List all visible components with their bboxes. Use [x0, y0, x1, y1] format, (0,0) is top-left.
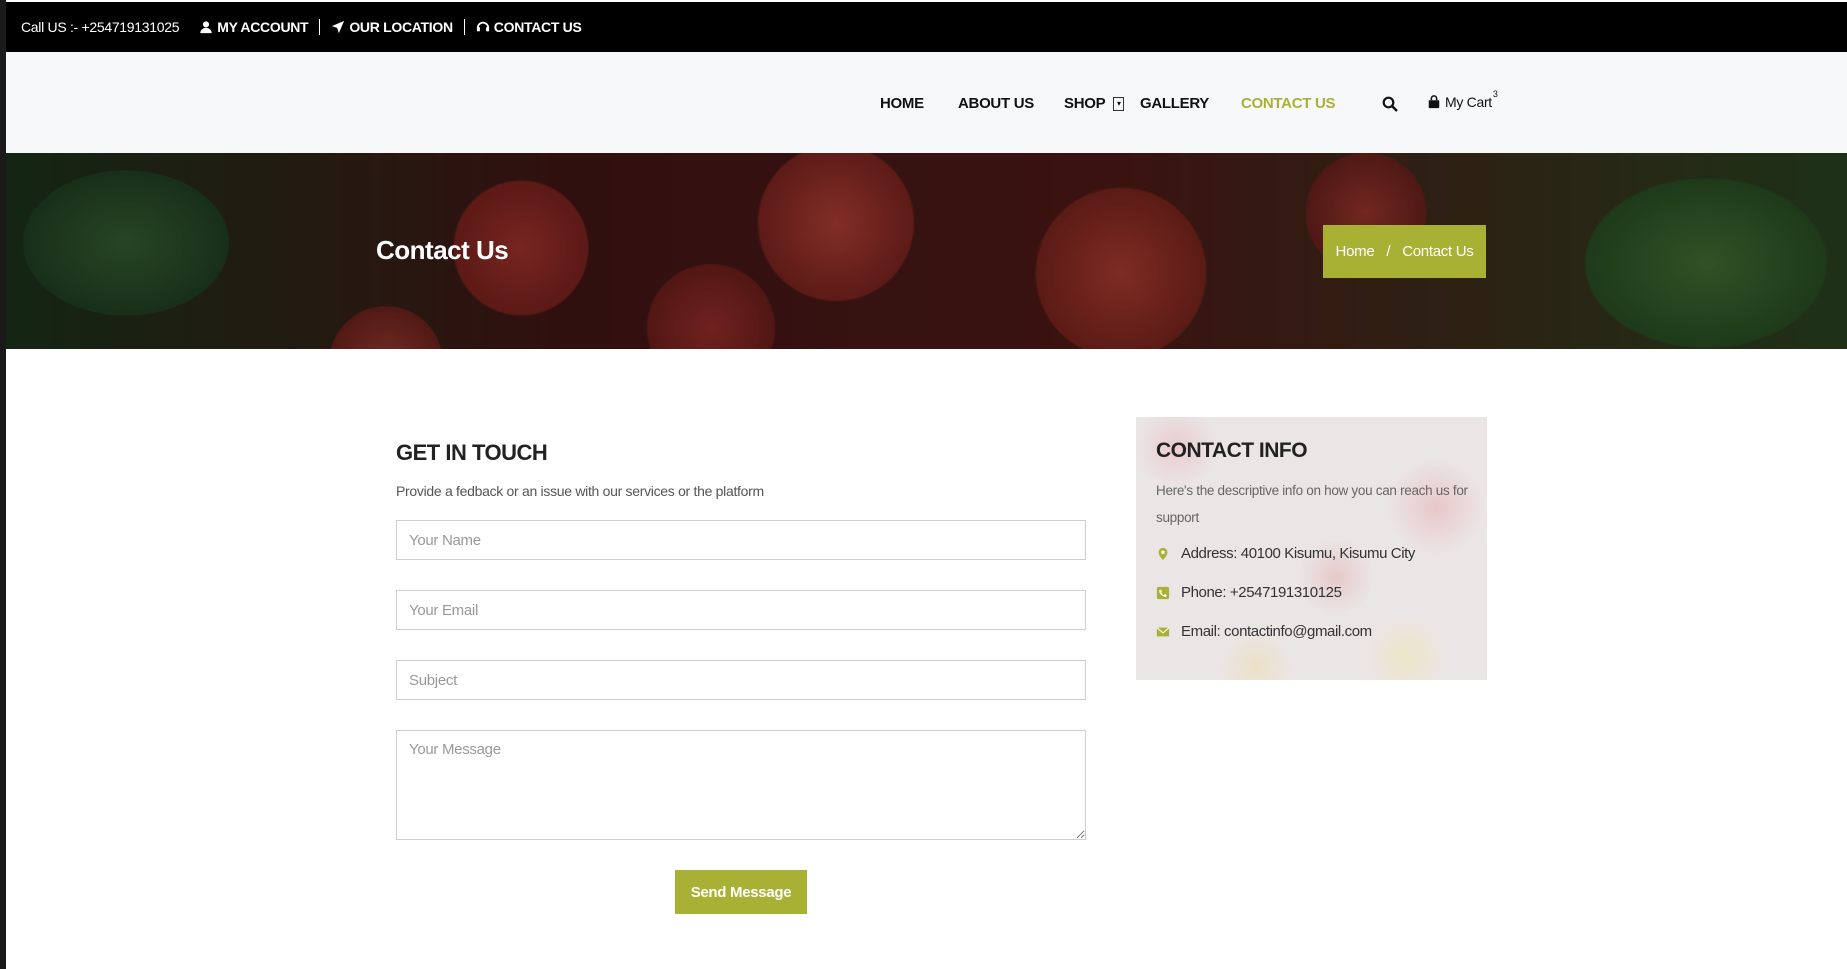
- get-in-touch-title: GET IN TOUCH: [396, 440, 548, 465]
- contact-info-card: CONTACT INFO Here's the descriptive info…: [1136, 417, 1487, 680]
- top-contact-link[interactable]: CONTACT US: [476, 19, 582, 35]
- shopping-bag-icon: [1428, 95, 1440, 109]
- message-textarea[interactable]: [396, 730, 1086, 840]
- dropdown-icon: ▾: [1113, 97, 1125, 112]
- breadcrumb-separator: /: [1386, 243, 1391, 260]
- subject-input[interactable]: [396, 660, 1086, 700]
- our-location-label: OUR LOCATION: [349, 19, 453, 35]
- envelope-icon: [1156, 626, 1170, 636]
- top-bar: Call US :- +254719131025 MY ACCOUNT OUR …: [6, 2, 1847, 52]
- nav-shop-label: SHOP: [1064, 95, 1106, 112]
- top-contact-label: CONTACT US: [493, 19, 582, 35]
- call-us-text: Call US :- +254719131025: [21, 19, 180, 35]
- cart-label: My Cart: [1445, 94, 1492, 110]
- nav-gallery[interactable]: GALLERY: [1140, 95, 1209, 112]
- page-title: Contact Us: [376, 235, 509, 265]
- breadcrumb-home[interactable]: Home: [1336, 243, 1375, 260]
- contact-info-title: CONTACT INFO: [1156, 439, 1308, 462]
- phone-text: Phone: +2547191310125: [1181, 584, 1342, 601]
- headset-icon: [476, 21, 489, 32]
- email-input[interactable]: [396, 590, 1086, 630]
- breadcrumb: Home / Contact Us: [1323, 225, 1486, 278]
- name-input[interactable]: [396, 520, 1086, 560]
- search-icon[interactable]: [1382, 96, 1398, 112]
- divider: [463, 19, 465, 35]
- contact-info-subtitle: Here's the descriptive info on how you c…: [1156, 483, 1468, 525]
- phone-icon: [1156, 586, 1170, 599]
- nav-home[interactable]: HOME: [880, 95, 924, 112]
- divider: [319, 19, 321, 35]
- nav-about[interactable]: ABOUT US: [958, 95, 1034, 112]
- page-banner: Contact Us Home / Contact Us: [6, 153, 1847, 349]
- page: Call US :- +254719131025 MY ACCOUNT OUR …: [6, 2, 1847, 969]
- main-nav: HOME ABOUT US SHOP ▾ GALLERY CONTACT US M…: [6, 52, 1847, 153]
- cart-count: 3: [1492, 89, 1498, 99]
- our-location-link[interactable]: OUR LOCATION: [331, 19, 453, 35]
- nav-contact[interactable]: CONTACT US: [1241, 95, 1336, 112]
- get-in-touch-subtitle: Provide a fedback or an issue with our s…: [396, 483, 764, 499]
- send-message-button[interactable]: Send Message: [675, 870, 807, 914]
- my-account-label: MY ACCOUNT: [217, 19, 309, 35]
- address-text: Address: 40100 Kisumu, Kisumu City: [1181, 545, 1416, 562]
- email-row: Email: contactinfo@gmail.com: [1156, 623, 1372, 640]
- map-marker-icon: [1158, 547, 1168, 560]
- cart-link[interactable]: My Cart 3: [1427, 89, 1498, 110]
- breadcrumb-current: Contact Us: [1402, 243, 1474, 260]
- email-text: Email: contactinfo@gmail.com: [1181, 623, 1372, 640]
- my-account-link[interactable]: MY ACCOUNT: [199, 19, 309, 35]
- address-row: Address: 40100 Kisumu, Kisumu City: [1156, 545, 1415, 562]
- phone-row: Phone: +2547191310125: [1156, 584, 1342, 601]
- nav-shop[interactable]: SHOP ▾: [1064, 95, 1125, 112]
- user-icon: [200, 21, 212, 34]
- location-arrow-icon: [332, 20, 345, 34]
